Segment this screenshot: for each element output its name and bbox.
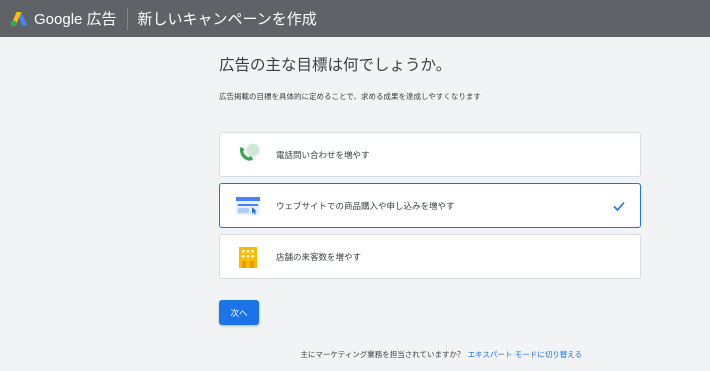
storefront-icon bbox=[239, 246, 257, 268]
google-ads-logo-icon bbox=[10, 11, 27, 26]
brand-name: Google 広告 bbox=[34, 11, 117, 28]
goal-heading: 広告の主な目標は何でしょうか。 bbox=[219, 56, 452, 74]
goal-option-store-visits[interactable]: 店舗の来客数を増やす bbox=[219, 234, 641, 279]
switch-to-expert-mode-link[interactable]: エキスパート モードに切り替える bbox=[468, 350, 582, 359]
google-ads-logo[interactable]: Google 広告 bbox=[10, 8, 117, 29]
next-button[interactable]: 次へ bbox=[219, 300, 259, 325]
expert-mode-prompt: 主にマーケティング業務を担当されていますか？ エキスパート モードに切り替える bbox=[300, 349, 582, 360]
goal-option-website-sales[interactable]: ウェブサイトでの商品購入や申し込みを増やす bbox=[219, 183, 641, 228]
expert-mode-question: 主にマーケティング業務を担当されていますか？ bbox=[300, 350, 465, 359]
goal-option-phone-calls[interactable]: 電話問い合わせを増やす bbox=[219, 132, 641, 177]
goal-description: 広告掲載の目標を具体的に定めることで、求める成果を達成しやすくなります bbox=[219, 92, 481, 101]
top-app-bar: Google 広告 新しいキャンペーンを作成 bbox=[0, 0, 710, 37]
header-divider bbox=[126, 7, 128, 30]
checkmark-icon bbox=[613, 201, 625, 211]
goal-option-label: ウェブサイトでの商品購入や申し込みを増やす bbox=[276, 201, 455, 212]
goal-option-label: 電話問い合わせを増やす bbox=[276, 150, 370, 161]
website-icon bbox=[236, 196, 260, 215]
phone-icon bbox=[239, 143, 260, 161]
goal-option-label: 店舗の来客数を増やす bbox=[276, 252, 362, 263]
campaign-goal-panel: 広告の主な目標は何でしょうか。 広告掲載の目標を具体的に定めることで、求める成果… bbox=[219, 37, 642, 371]
page-title: 新しいキャンペーンを作成 bbox=[137, 10, 317, 28]
